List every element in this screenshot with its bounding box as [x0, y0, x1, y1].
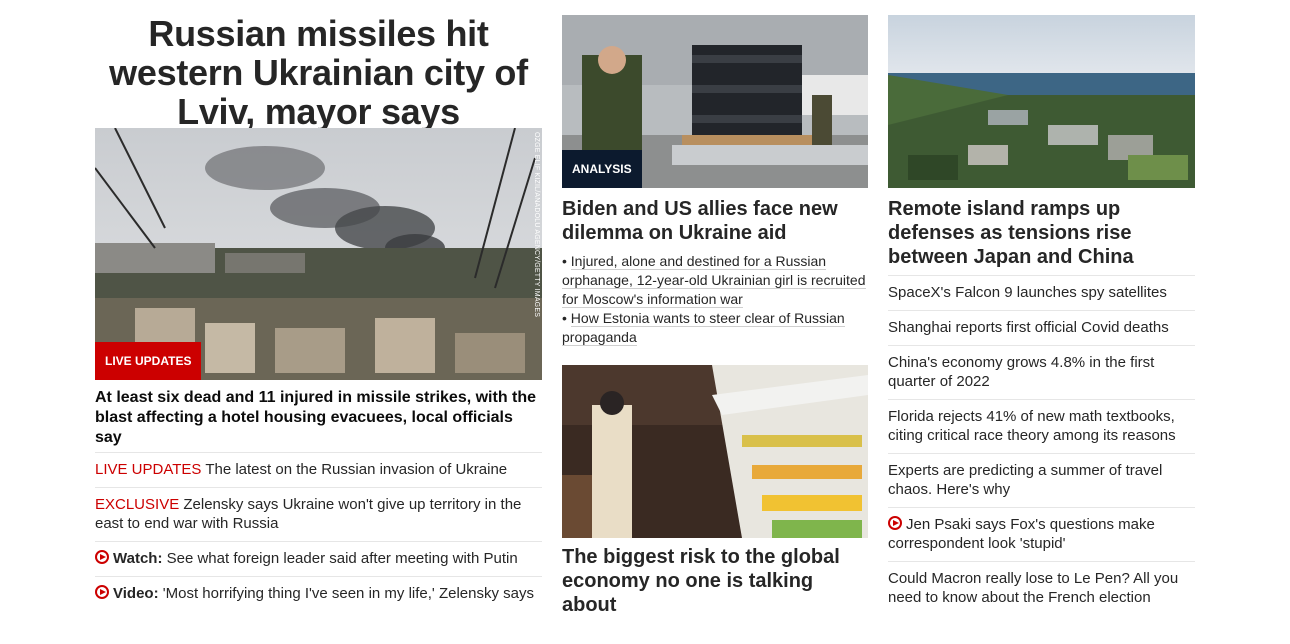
- video-label: Video:: [113, 585, 159, 602]
- right-link[interactable]: Shanghai reports first official Covid de…: [888, 310, 1195, 345]
- bullet-text: Injured, alone and destined for a Russia…: [562, 253, 866, 308]
- aid-story-title[interactable]: Biden and US allies face new dilemma on …: [562, 188, 868, 245]
- aid-bullet-link[interactable]: • How Estonia wants to steer clear of Ru…: [562, 309, 868, 347]
- economy-image[interactable]: [562, 365, 868, 538]
- middle-column: ANALYSIS Biden and US allies face new di…: [562, 0, 868, 616]
- lead-link-text: 'Most horrifying thing I've seen in my l…: [158, 585, 534, 602]
- economy-story-title[interactable]: The biggest risk to the global economy n…: [562, 536, 868, 617]
- lead-link-video[interactable]: Video: 'Most horrifying thing I've seen …: [95, 576, 542, 611]
- right-link[interactable]: Florida rejects 41% of new math textbook…: [888, 399, 1195, 453]
- right-link[interactable]: China's economy grows 4.8% in the first …: [888, 345, 1195, 399]
- island-story-title[interactable]: Remote island ramps up defenses as tensi…: [888, 188, 1195, 275]
- lead-link-text: The latest on the Russian invasion of Uk…: [201, 461, 508, 478]
- aid-bullet-link[interactable]: • Injured, alone and destined for a Russ…: [562, 252, 868, 309]
- right-link[interactable]: Could Macron really lose to Le Pen? All …: [888, 561, 1195, 615]
- right-link-text: SpaceX's Falcon 9 launches spy satellite…: [888, 284, 1167, 301]
- right-link-text: Jen Psaki says Fox's questions make corr…: [888, 516, 1155, 552]
- right-link-video[interactable]: Jen Psaki says Fox's questions make corr…: [888, 507, 1195, 561]
- lead-image[interactable]: OZGE ELIF KIZIL/ANADOLU AGENCY/GETTY IMA…: [95, 128, 542, 380]
- play-icon: [95, 550, 109, 564]
- watch-label: Watch:: [113, 550, 163, 567]
- play-icon: [95, 585, 109, 599]
- right-link-text: Shanghai reports first official Covid de…: [888, 319, 1169, 336]
- aid-image[interactable]: ANALYSIS: [562, 15, 868, 188]
- exclusive-label: EXCLUSIVE: [95, 496, 180, 513]
- live-updates-badge: LIVE UPDATES: [95, 342, 202, 380]
- right-link-text: Experts are predicting a summer of trave…: [888, 462, 1163, 498]
- island-aerial-photo: [888, 15, 1195, 188]
- play-icon: [888, 516, 902, 530]
- photo-credit: OZGE ELIF KIZIL/ANADOLU AGENCY/GETTY IMA…: [533, 132, 540, 318]
- right-column: Remote island ramps up defenses as tensi…: [888, 0, 1195, 615]
- right-link-text: China's economy grows 4.8% in the first …: [888, 354, 1155, 390]
- island-image[interactable]: [888, 15, 1195, 188]
- right-link-text: Florida rejects 41% of new math textbook…: [888, 408, 1176, 444]
- right-link[interactable]: SpaceX's Falcon 9 launches spy satellite…: [888, 275, 1195, 310]
- lead-column: Russian missiles hit western Ukrainian c…: [95, 0, 542, 611]
- live-updates-label: LIVE UPDATES: [95, 461, 202, 478]
- right-link-text: Could Macron really lose to Le Pen? All …: [888, 570, 1179, 606]
- lead-subhead[interactable]: At least six dead and 11 injured in miss…: [95, 380, 542, 452]
- lead-headline[interactable]: Russian missiles hit western Ukrainian c…: [95, 0, 542, 131]
- lead-link-text: See what foreign leader said after meeti…: [162, 550, 518, 567]
- bullet-text: How Estonia wants to steer clear of Russ…: [562, 310, 845, 346]
- analysis-badge: ANALYSIS: [562, 150, 642, 188]
- right-link[interactable]: Experts are predicting a summer of trave…: [888, 453, 1195, 507]
- lead-link-live-updates[interactable]: LIVE UPDATES The latest on the Russian i…: [95, 452, 542, 487]
- lead-link-watch[interactable]: Watch: See what foreign leader said afte…: [95, 541, 542, 576]
- lead-link-exclusive[interactable]: EXCLUSIVE Zelensky says Ukraine won't gi…: [95, 487, 542, 541]
- grocery-store-photo: [562, 365, 868, 538]
